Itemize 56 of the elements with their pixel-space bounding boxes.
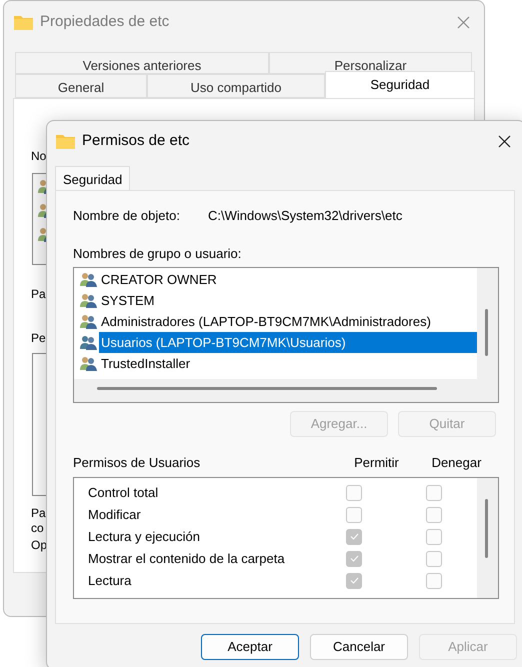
user-list-item[interactable]: CREATOR OWNER [99, 269, 477, 290]
label-fragment: No [31, 149, 46, 164]
user-list-item[interactable]: Administradores (LAPTOP-BT9CM7MK\Administradores) [99, 311, 477, 332]
tab[interactable]: Versiones anteriores [15, 52, 269, 74]
label-fragment: Pa [31, 506, 46, 521]
checkbox[interactable] [346, 528, 362, 544]
label-fragment: Pe [31, 331, 46, 346]
checkbox[interactable] [346, 572, 362, 588]
checkbox[interactable] [426, 484, 442, 500]
column-header: Permitir [353, 454, 400, 472]
checkbox[interactable] [346, 484, 362, 500]
check-icon [350, 533, 358, 540]
scrollbar-thumb[interactable] [97, 387, 437, 390]
ok-button[interactable]: Aceptar [201, 634, 299, 660]
label-fragment: co [31, 521, 44, 536]
label-fragment: Op [31, 538, 48, 553]
permission-name: Mostrar el contenido de la carpeta [87, 550, 286, 568]
folder-icon [56, 133, 75, 149]
permission-name: Lectura y ejecución [87, 528, 202, 546]
checkbox[interactable] [426, 550, 442, 566]
users-icon [80, 356, 97, 371]
checkbox[interactable] [346, 506, 362, 522]
users-icon [80, 293, 97, 308]
field-label: Nombre de objeto: [73, 207, 181, 225]
user-list-item[interactable]: Usuarios (LAPTOP-BT9CM7MK\Usuarios) [99, 332, 477, 353]
checkbox[interactable] [426, 572, 442, 588]
tab[interactable]: General [15, 74, 147, 98]
users-icon [80, 272, 97, 287]
permission-name: Lectura [87, 572, 132, 590]
tab[interactable]: Uso compartido [147, 74, 325, 98]
checkbox[interactable] [426, 506, 442, 522]
checkbox[interactable] [346, 550, 362, 566]
section-label: Nombres de grupo o usuario: [73, 244, 242, 263]
tab[interactable]: Seguridad [325, 71, 475, 98]
user-list-item[interactable]: SYSTEM [99, 290, 477, 311]
check-icon [350, 555, 358, 562]
users-icon [80, 314, 97, 329]
checkbox[interactable] [426, 528, 442, 544]
section-label: Permisos de Usuarios [73, 454, 202, 472]
label-fragment: Pa [31, 287, 46, 302]
close-icon[interactable] [498, 134, 511, 148]
window-title: Permisos de etc [82, 130, 190, 151]
users-icon [80, 335, 97, 350]
permission-name: Modificar [87, 506, 142, 524]
tab[interactable]: Personalizar [269, 52, 472, 74]
scrollbar-thumb[interactable] [485, 498, 488, 558]
folder-icon [14, 14, 33, 30]
permission-name: Control total [87, 484, 160, 502]
object-path: C:\Windows\System32\drivers\etc [208, 207, 402, 225]
cancel-button[interactable]: Cancelar [310, 634, 408, 660]
window-title: Propiedades de etc [40, 12, 170, 32]
tab[interactable]: Seguridad [55, 166, 130, 190]
check-icon [350, 577, 358, 584]
user-list-item[interactable]: TrustedInstaller [99, 353, 477, 374]
column-header: Denegar [430, 454, 482, 472]
scrollbar-thumb[interactable] [485, 309, 488, 356]
